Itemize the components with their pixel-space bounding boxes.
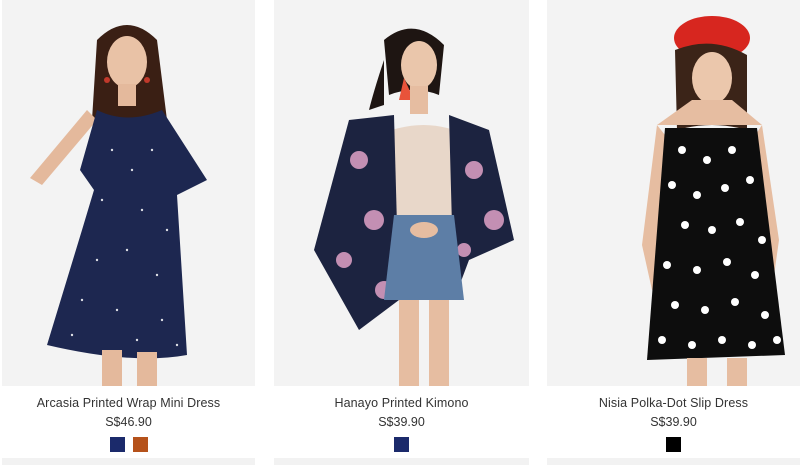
product-image[interactable] (2, 0, 255, 386)
next-row-image-edge (547, 458, 800, 465)
product-card[interactable]: Hanayo Printed Kimono S$39.90 (274, 0, 529, 465)
product-price: S$46.90 (105, 415, 152, 429)
product-grid: Arcasia Printed Wrap Mini Dress S$46.90 (0, 0, 800, 465)
product-name[interactable]: Arcasia Printed Wrap Mini Dress (2, 396, 255, 410)
model-floral-kimono-denim-skirt-photo (274, 0, 529, 386)
next-row-image-edge (274, 458, 529, 465)
product-card[interactable]: Arcasia Printed Wrap Mini Dress S$46.90 (2, 0, 255, 465)
next-row-image-edge (2, 458, 255, 465)
color-swatch-navy[interactable] (394, 437, 409, 452)
model-navy-printed-wrap-dress-photo (2, 0, 255, 386)
product-name[interactable]: Nisia Polka-Dot Slip Dress (547, 396, 800, 410)
color-swatches (547, 437, 800, 452)
color-swatch-navy[interactable] (109, 437, 125, 452)
product-card[interactable]: Nisia Polka-Dot Slip Dress S$39.90 (547, 0, 800, 465)
color-swatches (274, 437, 529, 452)
product-name[interactable]: Hanayo Printed Kimono (274, 396, 529, 410)
product-price: S$39.90 (378, 415, 425, 429)
model-polka-dot-slip-dress-red-beret-photo (547, 0, 800, 386)
color-swatch-rust[interactable] (132, 437, 148, 452)
color-swatches (2, 437, 255, 452)
color-swatch-black[interactable] (666, 437, 681, 452)
product-image[interactable] (274, 0, 529, 386)
product-price: S$39.90 (650, 415, 697, 429)
product-image[interactable] (547, 0, 800, 386)
